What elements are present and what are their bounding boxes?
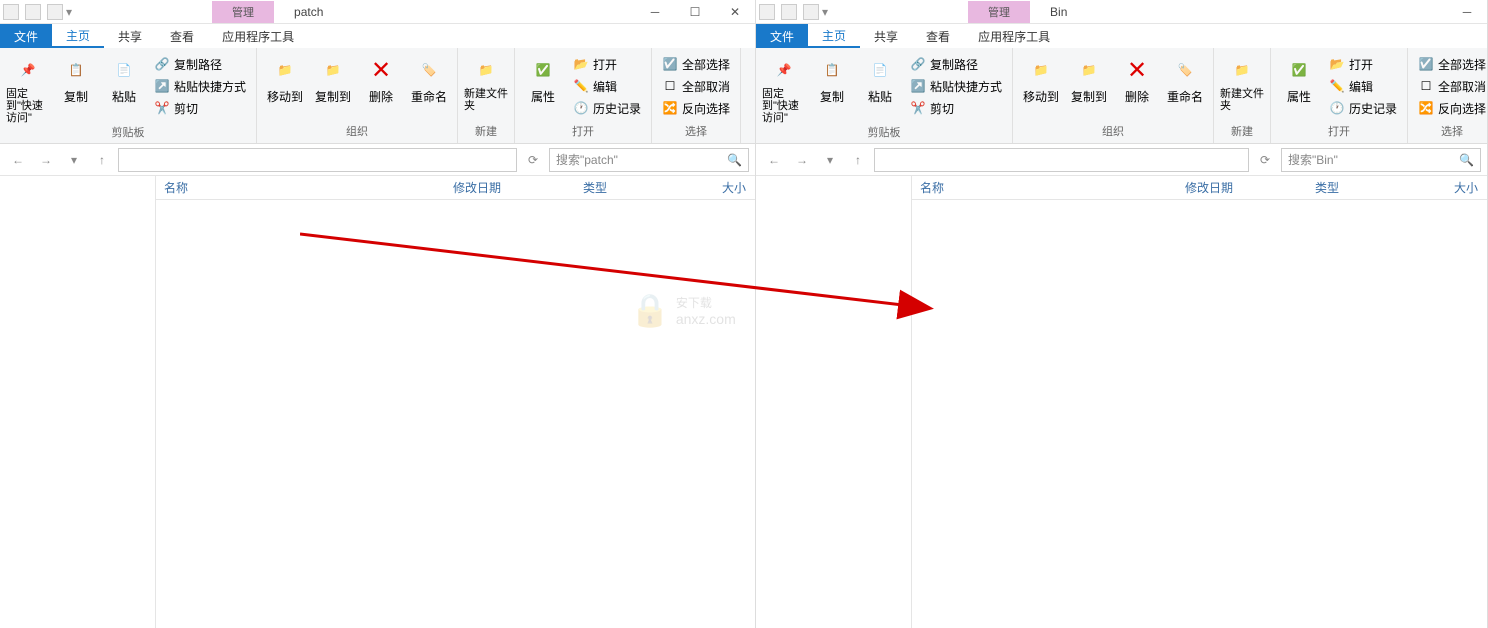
folder-icon: [759, 4, 775, 20]
open-button[interactable]: 📂打开: [1325, 54, 1401, 74]
title-bar: ▾ 管理 patch ─ ☐ ✕: [0, 0, 755, 24]
ribbon-tabs: 文件 主页 共享 查看 应用程序工具: [0, 24, 755, 48]
move-to-button[interactable]: 📁移动到: [263, 50, 307, 105]
tab-view[interactable]: 查看: [156, 24, 208, 48]
select-none-button[interactable]: ☐全部取消: [658, 76, 734, 96]
manage-context-tab[interactable]: 管理: [212, 1, 274, 23]
copy-to-button[interactable]: 📁复制到: [1067, 50, 1111, 105]
navigation-pane[interactable]: [756, 176, 912, 628]
file-list: 名称 修改日期 类型 大小: [912, 176, 1487, 628]
col-type: 类型: [575, 179, 685, 196]
manage-context-tab[interactable]: 管理: [968, 1, 1030, 23]
tab-file[interactable]: 文件: [756, 24, 808, 48]
title-bar: ▾ 管理 Bin ─: [756, 0, 1487, 24]
tab-home[interactable]: 主页: [808, 24, 860, 48]
folder-icon: [3, 4, 19, 20]
ribbon-tabs: 文件 主页 共享 查看 应用程序工具: [756, 24, 1487, 48]
col-size: 大小: [685, 179, 755, 196]
new-folder-button[interactable]: 📁新建文件夹: [464, 50, 508, 112]
col-date: 修改日期: [1177, 179, 1307, 196]
window-title: Bin: [1050, 5, 1067, 19]
column-headers[interactable]: 名称 修改日期 类型 大小: [156, 176, 755, 200]
properties-button[interactable]: ✅属性: [521, 50, 565, 105]
properties-button[interactable]: ✅属性: [1277, 50, 1321, 105]
edit-button[interactable]: ✏️编辑: [1325, 76, 1401, 96]
back-button[interactable]: ←: [6, 148, 30, 172]
address-bar: ← → ▾ ↑ ⟳ 搜索"Bin"🔍: [756, 144, 1487, 176]
breadcrumb[interactable]: [118, 148, 517, 172]
paste-button[interactable]: 📄粘贴: [102, 50, 146, 105]
rename-button[interactable]: 🏷️重命名: [407, 50, 451, 105]
forward-button[interactable]: →: [790, 148, 814, 172]
refresh-button[interactable]: ⟳: [521, 148, 545, 172]
qat-icon[interactable]: [803, 4, 819, 20]
col-date: 修改日期: [445, 179, 575, 196]
up-button[interactable]: ↑: [846, 148, 870, 172]
up-button[interactable]: ↑: [90, 148, 114, 172]
qat-icon[interactable]: [25, 4, 41, 20]
tab-app-tools[interactable]: 应用程序工具: [208, 24, 308, 48]
search-input[interactable]: 搜索"Bin"🔍: [1281, 148, 1481, 172]
tab-app-tools[interactable]: 应用程序工具: [964, 24, 1064, 48]
search-input[interactable]: 搜索"patch"🔍: [549, 148, 749, 172]
delete-button[interactable]: ✕删除: [359, 50, 403, 105]
move-to-button[interactable]: 📁移动到: [1019, 50, 1063, 105]
ribbon: 📌固定到"快速访问" 📋复制 📄粘贴 🔗复制路径 ↗️粘贴快捷方式 ✂️剪切 剪…: [756, 48, 1487, 144]
back-button[interactable]: ←: [762, 148, 786, 172]
navigation-pane[interactable]: [0, 176, 156, 628]
open-button[interactable]: 📂打开: [569, 54, 645, 74]
col-name: 名称: [156, 179, 445, 196]
copy-button[interactable]: 📋复制: [810, 50, 854, 105]
edit-button[interactable]: ✏️编辑: [569, 76, 645, 96]
explorer-window-left: ▾ 管理 patch ─ ☐ ✕ 文件 主页 共享 查看 应用程序工具 📌固定到…: [0, 0, 756, 628]
copy-button[interactable]: 📋复制: [54, 50, 98, 105]
pin-button[interactable]: 📌固定到"快速访问": [762, 50, 806, 124]
minimize-button[interactable]: ─: [1447, 0, 1487, 24]
invert-selection-button[interactable]: 🔀反向选择: [1414, 98, 1488, 118]
delete-button[interactable]: ✕删除: [1115, 50, 1159, 105]
history-button[interactable]: 🕐历史记录: [569, 98, 645, 118]
paste-shortcut-button[interactable]: ↗️粘贴快捷方式: [150, 76, 250, 96]
rename-button[interactable]: 🏷️重命名: [1163, 50, 1207, 105]
minimize-button[interactable]: ─: [635, 0, 675, 24]
col-name: 名称: [912, 179, 1177, 196]
history-button[interactable]: 🕐历史记录: [1325, 98, 1401, 118]
refresh-button[interactable]: ⟳: [1253, 148, 1277, 172]
tab-share[interactable]: 共享: [104, 24, 156, 48]
select-all-button[interactable]: ☑️全部选择: [658, 54, 734, 74]
window-title: patch: [294, 5, 323, 19]
ribbon: 📌固定到"快速访问" 📋复制 📄粘贴 🔗复制路径 ↗️粘贴快捷方式 ✂️剪切 剪…: [0, 48, 755, 144]
select-all-button[interactable]: ☑️全部选择: [1414, 54, 1488, 74]
explorer-window-right: ▾ 管理 Bin ─ 文件 主页 共享 查看 应用程序工具 📌固定到"快速访问"…: [756, 0, 1488, 628]
cut-button[interactable]: ✂️剪切: [906, 98, 1006, 118]
paste-button[interactable]: 📄粘贴: [858, 50, 902, 105]
qat-icon[interactable]: [781, 4, 797, 20]
col-type: 类型: [1307, 179, 1417, 196]
maximize-button[interactable]: ☐: [675, 0, 715, 24]
copy-path-button[interactable]: 🔗复制路径: [150, 54, 250, 74]
tab-home[interactable]: 主页: [52, 24, 104, 48]
copy-path-button[interactable]: 🔗复制路径: [906, 54, 1006, 74]
close-button[interactable]: ✕: [715, 0, 755, 24]
tab-share[interactable]: 共享: [860, 24, 912, 48]
recent-button[interactable]: ▾: [62, 148, 86, 172]
invert-selection-button[interactable]: 🔀反向选择: [658, 98, 734, 118]
breadcrumb[interactable]: [874, 148, 1249, 172]
qat-icon[interactable]: [47, 4, 63, 20]
address-bar: ← → ▾ ↑ ⟳ 搜索"patch"🔍: [0, 144, 755, 176]
col-size: 大小: [1417, 179, 1487, 196]
copy-to-button[interactable]: 📁复制到: [311, 50, 355, 105]
tab-view[interactable]: 查看: [912, 24, 964, 48]
cut-button[interactable]: ✂️剪切: [150, 98, 250, 118]
tab-file[interactable]: 文件: [0, 24, 52, 48]
column-headers[interactable]: 名称 修改日期 类型 大小: [912, 176, 1487, 200]
forward-button[interactable]: →: [34, 148, 58, 172]
file-list: 名称 修改日期 类型 大小: [156, 176, 755, 628]
pin-button[interactable]: 📌固定到"快速访问": [6, 50, 50, 124]
new-folder-button[interactable]: 📁新建文件夹: [1220, 50, 1264, 112]
paste-shortcut-button[interactable]: ↗️粘贴快捷方式: [906, 76, 1006, 96]
recent-button[interactable]: ▾: [818, 148, 842, 172]
select-none-button[interactable]: ☐全部取消: [1414, 76, 1488, 96]
